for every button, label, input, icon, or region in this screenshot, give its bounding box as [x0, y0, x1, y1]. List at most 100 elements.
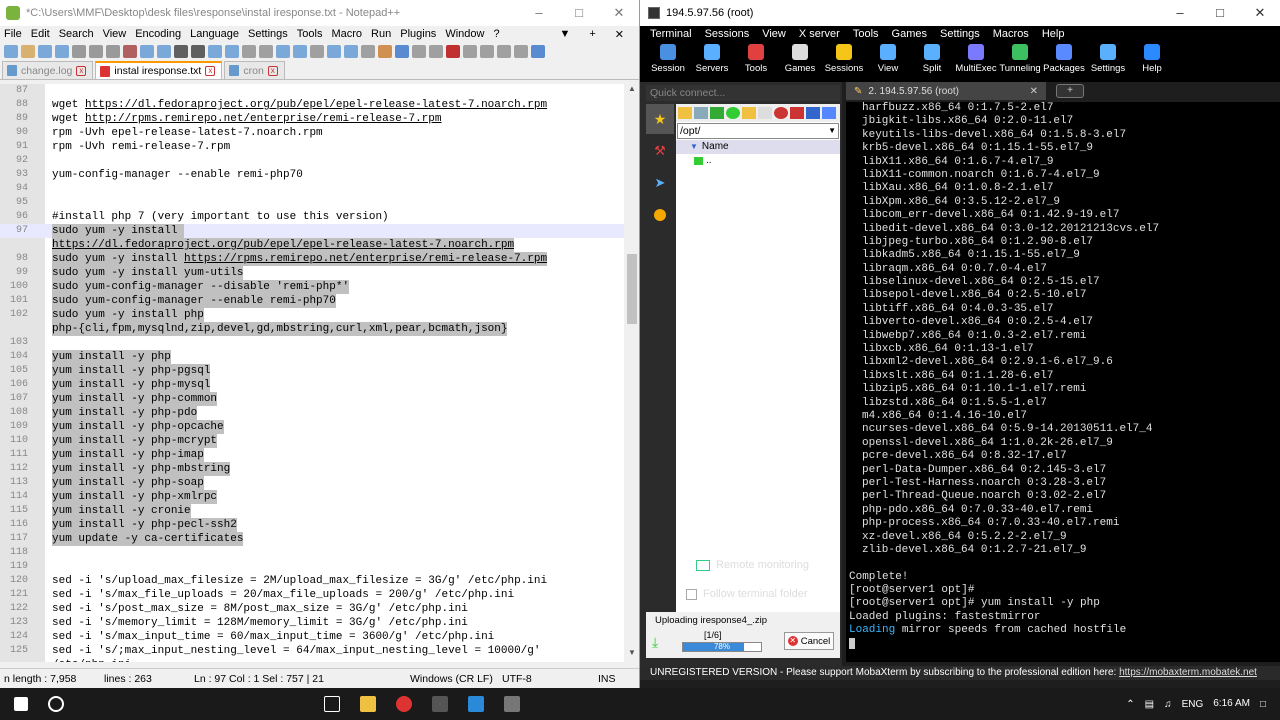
- toolbar-icon[interactable]: [174, 44, 188, 58]
- toolbar-icon[interactable]: [361, 44, 375, 58]
- moba-menu-item[interactable]: X server: [799, 28, 840, 40]
- code-line[interactable]: 122 sed -i 's/post_max_size = 8M/post_max…: [0, 602, 624, 616]
- close-tab-icon[interactable]: x: [76, 65, 87, 76]
- npp-tab[interactable]: instal iresponse.txt x: [95, 61, 223, 79]
- moba-tool-button[interactable]: MultiExec: [954, 42, 998, 74]
- npp-menu-item[interactable]: Encoding: [135, 28, 181, 40]
- code-line[interactable]: 117 yum update -y ca-certificates: [0, 532, 624, 546]
- close-button[interactable]: ✕: [1240, 5, 1280, 21]
- moba-tool-button[interactable]: Settings: [1086, 42, 1130, 74]
- language-indicator[interactable]: ENG: [1182, 699, 1204, 710]
- npp-tab[interactable]: cron x: [224, 61, 285, 79]
- code-line[interactable]: https://dl.fedoraproject.org/pub/epel/ep…: [0, 238, 624, 252]
- toolbar-icon[interactable]: [4, 44, 18, 58]
- npp-menu-item[interactable]: Run: [371, 28, 391, 40]
- close-doc-icon[interactable]: ✕: [615, 28, 624, 41]
- code-line[interactable]: 95: [0, 196, 624, 210]
- code-line[interactable]: 102 sudo yum -y install php: [0, 308, 624, 322]
- code-line[interactable]: 108 yum install -y php-pdo: [0, 406, 624, 420]
- tray-chevron-icon[interactable]: ⌃: [1126, 699, 1134, 710]
- close-tab-icon[interactable]: x: [267, 65, 278, 76]
- toolbar-icon[interactable]: [123, 44, 137, 58]
- npp-tab[interactable]: change.log x: [2, 61, 94, 79]
- npp-menu-item[interactable]: View: [103, 28, 127, 40]
- minimize-button[interactable]: –: [519, 5, 559, 21]
- toolbar-icon[interactable]: [276, 44, 290, 58]
- toolbar-icon[interactable]: [310, 44, 324, 58]
- moba-menu-item[interactable]: Terminal: [650, 28, 692, 40]
- close-button[interactable]: ✕: [599, 5, 639, 21]
- toolbar-icon[interactable]: [446, 44, 460, 58]
- moba-menu-item[interactable]: Games: [892, 28, 927, 40]
- toolbar-icon[interactable]: [480, 44, 494, 58]
- download-icon[interactable]: [694, 107, 708, 119]
- moba-menu-item[interactable]: Macros: [993, 28, 1029, 40]
- moba-tool-button[interactable]: Servers: [690, 42, 734, 74]
- toolbar-icon[interactable]: [140, 44, 154, 58]
- remote-monitoring-button[interactable]: Remote monitoring: [696, 556, 809, 574]
- code-line[interactable]: 120 sed -i 's/upload_max_filesize = 2M/up…: [0, 574, 624, 588]
- code-line[interactable]: 123 sed -i 's/memory_limit = 128M/memory_…: [0, 616, 624, 630]
- toolbar-icon[interactable]: [55, 44, 69, 58]
- npp-menu-item[interactable]: Window: [445, 28, 484, 40]
- toolbar-icon[interactable]: [38, 44, 52, 58]
- npp-menu-item[interactable]: Language: [190, 28, 239, 40]
- list-view-icon[interactable]: [822, 107, 836, 119]
- vscode-icon[interactable]: [468, 696, 484, 712]
- maximize-button[interactable]: □: [559, 5, 599, 21]
- quick-connect-input[interactable]: Quick connect...: [646, 85, 840, 101]
- follow-terminal-folder-checkbox[interactable]: Follow terminal folder: [686, 585, 808, 603]
- network-icon[interactable]: ▤: [1145, 699, 1154, 710]
- code-line[interactable]: 112 yum install -y php-mbstring: [0, 462, 624, 476]
- code-line[interactable]: 96 #install php 7 (very important to use …: [0, 210, 624, 224]
- macros-icon[interactable]: [646, 200, 674, 230]
- code-line[interactable]: 100 sudo yum-config-manager --disable 're…: [0, 280, 624, 294]
- moba-tool-button[interactable]: View: [866, 42, 910, 74]
- rename-icon[interactable]: [806, 107, 820, 119]
- sftp-path-input[interactable]: /opt/ ▼: [677, 123, 839, 139]
- code-line[interactable]: 97 sudo yum -y install: [0, 224, 624, 238]
- toolbar-icon[interactable]: [395, 44, 409, 58]
- toolbar-icon[interactable]: [72, 44, 86, 58]
- toolbar-icon[interactable]: [463, 44, 477, 58]
- npp-menu-item[interactable]: Plugins: [400, 28, 436, 40]
- code-line[interactable]: /etc/php.ini: [0, 658, 624, 662]
- npp-menu-item[interactable]: Tools: [297, 28, 323, 40]
- toolbar-icon[interactable]: [191, 44, 205, 58]
- chevron-down-icon[interactable]: ▼: [828, 124, 836, 138]
- sftp-send-icon[interactable]: ➤: [646, 168, 674, 198]
- code-line[interactable]: 92: [0, 154, 624, 168]
- delete-icon[interactable]: [774, 107, 788, 119]
- toolbar-icon[interactable]: [497, 44, 511, 58]
- moba-tool-button[interactable]: Split: [910, 42, 954, 74]
- code-line[interactable]: 116 yum install -y php-pecl-ssh2: [0, 518, 624, 532]
- npp-menu-item[interactable]: Macro: [331, 28, 362, 40]
- folder-up-icon[interactable]: [678, 107, 692, 119]
- moba-tool-button[interactable]: Session: [646, 42, 690, 74]
- tools-side-icon[interactable]: ⚒: [646, 136, 674, 166]
- volume-icon[interactable]: ♫: [1164, 699, 1172, 710]
- mobatek-link[interactable]: https://mobaxterm.mobatek.net: [1119, 667, 1257, 678]
- code-line[interactable]: 98 sudo yum -y install https://rpms.remir…: [0, 252, 624, 266]
- toolbar-icon[interactable]: [259, 44, 273, 58]
- scrollbar-thumb[interactable]: [627, 254, 637, 324]
- notepadpp-task-icon[interactable]: [432, 696, 448, 712]
- moba-menu-item[interactable]: Tools: [853, 28, 879, 40]
- scroll-down-icon[interactable]: ▼: [624, 648, 639, 662]
- npp-titlebar[interactable]: *C:\Users\MMF\Desktop\desk files\respons…: [0, 0, 639, 26]
- code-line[interactable]: 114 yum install -y php-xmlrpc: [0, 490, 624, 504]
- toolbar-icon[interactable]: [89, 44, 103, 58]
- toolbar-icon[interactable]: [429, 44, 443, 58]
- moba-tool-button[interactable]: Packages: [1042, 42, 1086, 74]
- url-link[interactable]: https://dl.fedoraproject.org/pub/epel/ep…: [85, 99, 547, 111]
- toolbar-icon[interactable]: [327, 44, 341, 58]
- code-line[interactable]: 109 yum install -y php-opcache: [0, 420, 624, 434]
- code-line[interactable]: 88 wget https://dl.fedoraproject.org/pub/…: [0, 98, 624, 112]
- star-sessions-icon[interactable]: ★: [646, 104, 674, 134]
- moba-titlebar[interactable]: 194.5.97.56 (root) – □ ✕: [640, 0, 1280, 26]
- code-line[interactable]: 103: [0, 336, 624, 350]
- code-line[interactable]: 107 yum install -y php-common: [0, 392, 624, 406]
- dropdown-arrow-icon[interactable]: ▼: [559, 28, 570, 41]
- stop-icon[interactable]: [790, 107, 804, 119]
- moba-tool-button[interactable]: Help: [1130, 42, 1174, 74]
